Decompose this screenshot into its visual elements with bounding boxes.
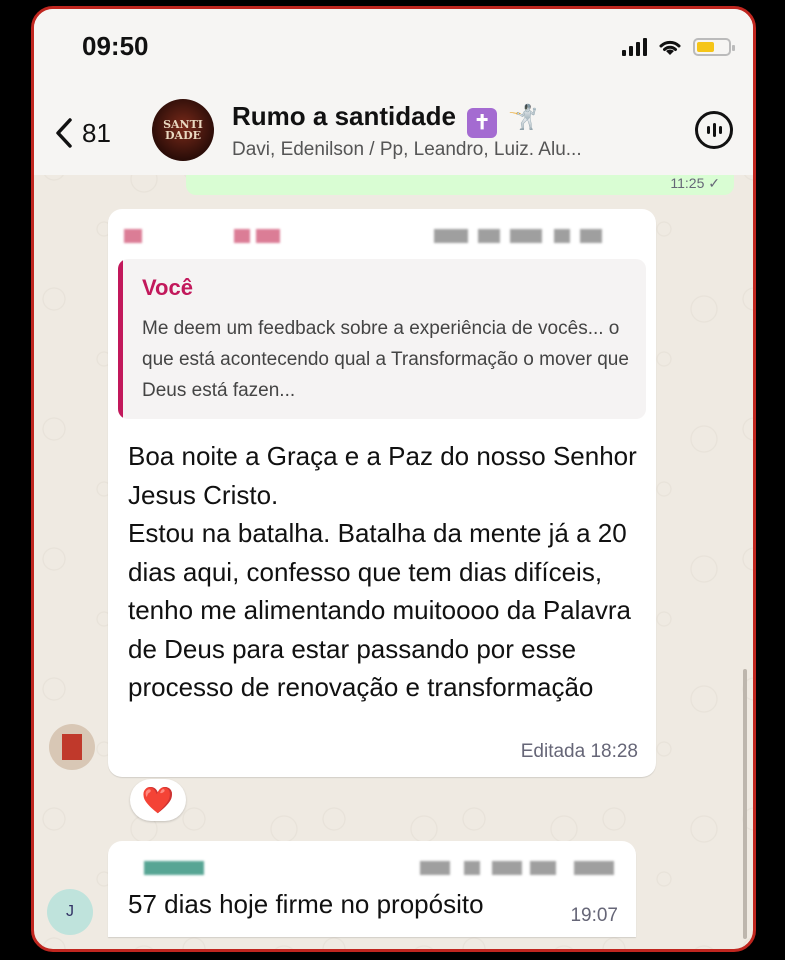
group-title[interactable]: Rumo a santidade ✝ 🤺 bbox=[232, 101, 538, 138]
quote-text: Me deem um feedback sobre a experiência … bbox=[142, 318, 629, 401]
message-text-2: 57 dias hoje firme no propósito bbox=[128, 889, 484, 919]
quote-accent-bar bbox=[118, 259, 123, 419]
sender-name-redacted-2 bbox=[124, 857, 620, 879]
sender-avatar-2[interactable]: J bbox=[47, 889, 93, 935]
message-bubble-2[interactable]: 57 dias hoje firme no propósito 19:07 bbox=[108, 841, 636, 937]
chat-header: 81 SANTI DADE Rumo a santidade ✝ 🤺 Davi,… bbox=[34, 87, 753, 175]
signal-icon bbox=[622, 38, 647, 56]
back-chevron-icon bbox=[56, 118, 72, 148]
message-time-2: 19:07 bbox=[570, 905, 618, 926]
group-name: Rumo a santidade bbox=[232, 101, 456, 131]
wifi-icon bbox=[659, 40, 681, 55]
quoted-message[interactable]: Você Me deem um feedback sobre a experiê… bbox=[118, 259, 646, 419]
avatar-redacted bbox=[62, 734, 82, 760]
message-text: Boa noite a Graça e a Paz do nosso Senho… bbox=[128, 441, 637, 702]
cross-emoji-icon: ✝ bbox=[467, 108, 498, 138]
back-button[interactable]: 81 bbox=[54, 117, 111, 149]
quote-author: Você bbox=[142, 275, 193, 300]
status-bar: 09:50 bbox=[34, 9, 753, 87]
unread-count: 81 bbox=[82, 117, 111, 148]
sender-name-redacted bbox=[124, 225, 640, 247]
voice-call-icon bbox=[706, 123, 722, 137]
previous-message-time: 11:25 ✓ bbox=[670, 175, 720, 191]
fencer-emoji-icon: 🤺 bbox=[508, 104, 539, 131]
previous-message-bubble[interactable]: 11:25 ✓ bbox=[186, 175, 734, 195]
heart-reaction-icon[interactable]: ❤️ bbox=[130, 779, 186, 821]
group-avatar-text: SANTI DADE bbox=[163, 118, 203, 142]
status-time: 09:50 bbox=[82, 31, 149, 61]
message-edited-time: Editada 18:28 bbox=[520, 741, 638, 762]
sender-avatar[interactable] bbox=[49, 724, 95, 770]
chat-scrollbar[interactable] bbox=[743, 669, 747, 939]
phone-frame: 09:50 81 SANTI DADE Rumo a santidade ✝ 🤺… bbox=[31, 6, 756, 952]
voice-call-button[interactable] bbox=[695, 111, 733, 149]
group-members: Davi, Edenilson / Pp, Leandro, Luiz. Alu… bbox=[232, 139, 582, 160]
group-avatar[interactable]: SANTI DADE bbox=[152, 99, 214, 161]
status-icons bbox=[622, 37, 735, 57]
message-bubble[interactable]: Você Me deem um feedback sobre a experiê… bbox=[108, 209, 656, 777]
battery-icon bbox=[693, 38, 735, 56]
